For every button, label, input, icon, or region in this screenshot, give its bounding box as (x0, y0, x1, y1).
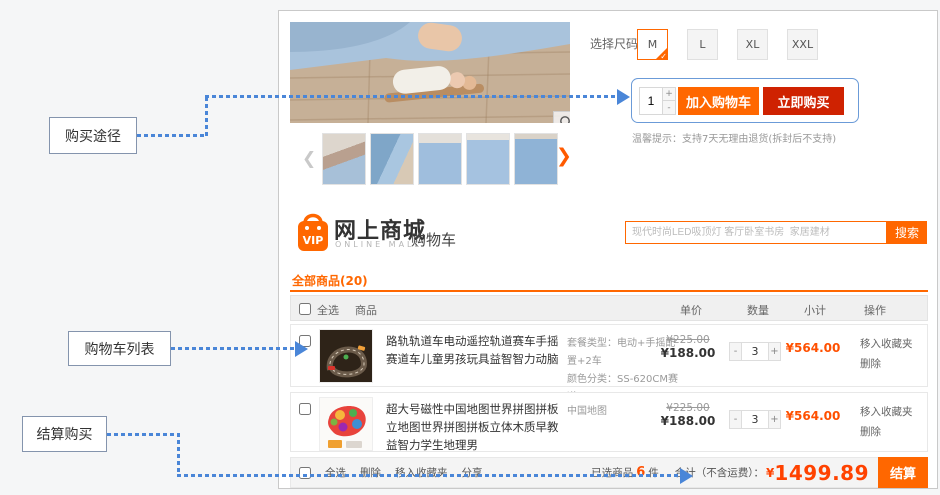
tab-all-items[interactable]: 全部商品(20) (292, 272, 368, 289)
buy-now-button[interactable]: 立即购买 (763, 87, 844, 115)
current-price: ¥188.00 (648, 346, 728, 360)
cart-row-race-track: 路轨轨道车电动遥控轨道赛车手摇赛道车儿童男孩玩具益智智力动脑 套餐类型：电动+手… (290, 324, 928, 387)
return-policy-tip: 温馨提示：支持7天无理由退货(拆封后不支持) (632, 130, 836, 145)
footer-select-all-link[interactable]: 全选 (325, 465, 346, 480)
currency-symbol: ¥ (766, 466, 774, 480)
product-page-panel: ❮ ❯ 选择尺码: M L XL XXL + - 加入购物车 立即购买 温馨提示… (278, 10, 938, 489)
move-to-favorites-link[interactable]: 移入收藏夹 (860, 335, 913, 355)
callout-purchase-path: 购买途径 (49, 117, 137, 154)
arrow-line-checkout (177, 433, 180, 476)
total-amount: 1499.89 (774, 461, 869, 485)
carousel-next-icon[interactable]: ❯ (556, 145, 572, 167)
original-price: ¥225.00 (648, 334, 728, 346)
main-product-image[interactable] (290, 22, 570, 123)
delete-link[interactable]: 删除 (860, 355, 913, 375)
footer-share-link[interactable]: 分享 (462, 465, 483, 480)
search-button[interactable]: 搜索 (887, 221, 927, 244)
checkout-button[interactable]: 结算 (878, 457, 928, 488)
original-price: ¥225.00 (648, 402, 728, 414)
row-qty-minus-icon[interactable]: - (729, 410, 742, 429)
cart-footer-bar: 全选 删除 移入收藏夹 分享 已选商品 6 件 合计（不含运费）： ¥ 1499… (290, 457, 928, 488)
price-cell: ¥225.00 ¥188.00 (648, 402, 728, 428)
selected-unit: 件 (648, 465, 659, 480)
header-quantity: 数量 (734, 302, 782, 318)
quantity-increase-icon[interactable]: + (663, 87, 676, 101)
delete-link[interactable]: 删除 (860, 423, 913, 443)
magnifier-icon (559, 115, 570, 123)
arrow-line-checkout (177, 474, 680, 477)
cart-table-header: 全选 商品 单价 数量 小计 操作 (290, 295, 928, 321)
product-image-china-map[interactable] (319, 397, 373, 451)
row-subtotal: ¥564.00 (773, 409, 853, 423)
search-input[interactable] (625, 221, 887, 244)
price-cell: ¥225.00 ¥188.00 (648, 334, 728, 360)
quantity-input[interactable] (639, 87, 663, 115)
arrow-line-purchase-path (205, 95, 617, 98)
shopping-bag-icon: VIP (296, 211, 330, 253)
size-label: 选择尺码: (590, 35, 642, 52)
thumbnail-strip (322, 133, 558, 185)
quantity-stepper: + - (639, 87, 676, 115)
size-options: M L XL XXL (637, 29, 818, 60)
header-subtotal: 小计 (791, 302, 839, 318)
selected-prefix: 已选商品 (591, 465, 633, 480)
product-title[interactable]: 路轨轨道车电动遥控轨道赛车手摇赛道车儿童男孩玩具益智智力动脑 (386, 333, 564, 369)
arrow-line-checkout (107, 433, 179, 436)
china-map-photo (320, 398, 372, 450)
size-option-l[interactable]: L (687, 29, 718, 60)
arrowhead-cart-list-icon (295, 341, 308, 357)
current-price: ¥188.00 (648, 414, 728, 428)
footer-bulk-actions: 全选 删除 移入收藏夹 分享 (299, 458, 483, 487)
thumbnail-1[interactable] (322, 133, 366, 185)
header-action: 操作 (851, 302, 899, 318)
footer-move-fav-link[interactable]: 移入收藏夹 (395, 465, 448, 480)
size-option-xxl[interactable]: XXL (787, 29, 818, 60)
arrow-line-purchase-path (205, 97, 208, 137)
cart-row-china-map: 超大号磁性中国地图世界拼图拼板立地图世界拼图拼板立体木质早教益智力学生地理男 中… (290, 392, 928, 452)
thumbnail-3[interactable] (418, 133, 462, 185)
row-checkbox[interactable] (299, 403, 311, 415)
image-zoom-button[interactable] (553, 111, 570, 123)
row-qty-value[interactable]: 3 (742, 342, 768, 361)
product-image-race-track[interactable] (319, 329, 373, 383)
quantity-decrease-icon[interactable]: - (663, 101, 676, 115)
header-select-all: 全选 (317, 302, 339, 318)
callout-cart-list: 购物车列表 (68, 331, 171, 366)
selected-count: 6 (636, 465, 645, 480)
size-option-xl[interactable]: XL (737, 29, 768, 60)
carousel-prev-icon[interactable]: ❮ (302, 149, 316, 169)
header-product: 商品 (355, 302, 377, 318)
thumbnail-4[interactable] (466, 133, 510, 185)
tab-underline (290, 290, 928, 292)
page-title: 购物车 (411, 229, 456, 250)
arrowhead-checkout-icon (680, 468, 693, 484)
row-qty-minus-icon[interactable]: - (729, 342, 742, 361)
arrowhead-purchase-path-icon (617, 89, 630, 105)
callout-checkout-buy: 结算购买 (22, 416, 107, 452)
row-actions: 移入收藏夹 删除 (860, 403, 913, 443)
row-actions: 移入收藏夹 删除 (860, 335, 913, 375)
jeans-sandal-photo (290, 22, 570, 123)
product-title[interactable]: 超大号磁性中国地图世界拼图拼板立地图世界拼图拼板立体木质早教益智力学生地理男 (386, 401, 564, 454)
thumbnail-2[interactable] (370, 133, 414, 185)
svg-text:VIP: VIP (303, 234, 324, 247)
thumbnail-5[interactable] (514, 133, 558, 185)
size-option-m[interactable]: M (637, 29, 668, 60)
mall-logo: VIP (296, 211, 330, 257)
add-to-cart-button[interactable]: 加入购物车 (678, 87, 759, 115)
mall-subtitle: ONLINE MALL (335, 240, 422, 249)
footer-delete-link[interactable]: 删除 (360, 465, 381, 480)
row-qty-value[interactable]: 3 (742, 410, 768, 429)
select-all-checkbox[interactable] (299, 303, 311, 315)
arrow-line-purchase-path (137, 134, 207, 137)
row-subtotal: ¥564.00 (773, 341, 853, 355)
arrow-line-cart-list (171, 347, 295, 350)
move-to-favorites-link[interactable]: 移入收藏夹 (860, 403, 913, 423)
race-track-photo (320, 330, 372, 382)
header-unit-price: 单价 (667, 302, 715, 318)
buy-action-group: + - 加入购物车 立即购买 (631, 78, 859, 123)
footer-summary: 已选商品 6 件 合计（不含运费）： ¥ 1499.89 (591, 458, 869, 487)
